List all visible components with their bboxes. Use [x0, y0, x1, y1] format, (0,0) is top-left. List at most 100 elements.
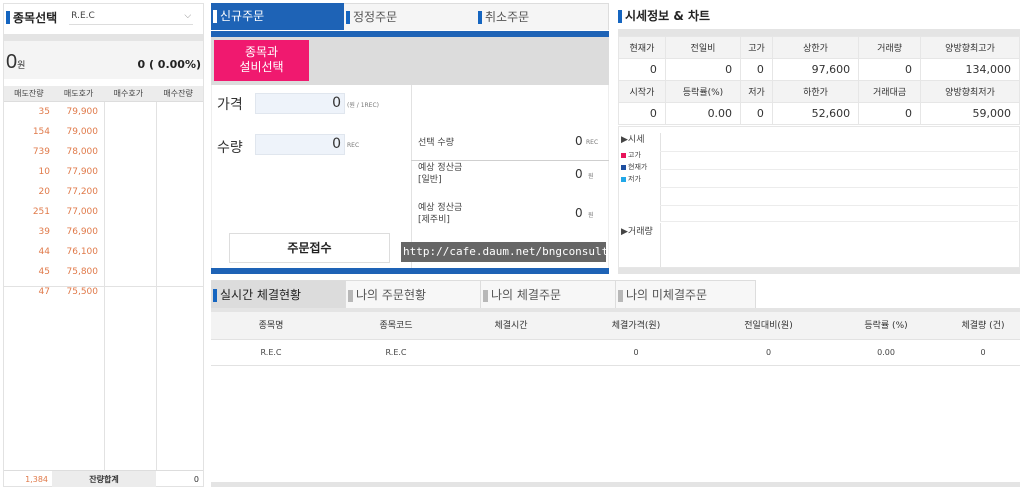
tab-bar-icon [478, 11, 482, 24]
qty-unit: REC [347, 142, 360, 149]
sell-price: 79,000 [66, 127, 99, 137]
tab-my-filled-orders[interactable]: 나의 체결주문 [481, 280, 616, 308]
col-change-rate: 등락률 (%) [864, 321, 908, 331]
col-change: 전일대비(원) [744, 321, 793, 331]
legend-swatch [621, 164, 626, 170]
market-header-cell: 등락률(%) [664, 80, 742, 103]
market-info-table: 현재가 전일비 고가 상한가 거래량 양방향최고가 0 0 0 97,600 0 134,000 시… [618, 36, 1020, 125]
item-select-dropdown[interactable]: R.E.C ⌵ [69, 9, 194, 25]
market-value-cell: 52,600 [771, 102, 860, 125]
sell-price: 76,100 [66, 247, 99, 257]
sell-price: 77,000 [66, 207, 99, 217]
price-input[interactable]: 0 [255, 93, 345, 114]
col-buy-qty: 매수잔량 [163, 89, 193, 98]
cell-item-name: R.E.C [260, 348, 282, 357]
sell-price: 75,500 [66, 287, 99, 297]
cell-trade-time [461, 340, 561, 365]
watermark-url: http://cafe.daum.net/bngconsulting [401, 242, 628, 262]
market-header-cell: 거래량 [858, 36, 922, 59]
current-price-box: 0원 0 ( 0.00%) [4, 41, 203, 79]
selected-qty-label: 선택 수량 [418, 138, 454, 148]
sell-price: 75,800 [66, 267, 99, 277]
estimated-settlement-general-unit: 원 [588, 173, 594, 180]
market-value-cell: 0 [618, 102, 666, 125]
cell-trade-qty: 0 [980, 348, 986, 357]
estimated-settlement-jeju-unit: 원 [588, 212, 594, 219]
section-bar-icon [618, 10, 622, 23]
legend-current: 현재가 [621, 162, 647, 172]
tab-modify-order[interactable]: 정정주문 [344, 3, 476, 30]
estimated-settlement-general-value: 0 [575, 167, 583, 181]
market-header-cell: 양방향최고가 [920, 36, 1020, 59]
market-value-cell: 0 [740, 102, 773, 125]
sell-price: 76,900 [66, 227, 99, 237]
estimated-settlement-jeju-value: 0 [575, 206, 583, 220]
market-value-cell: 134,000 [920, 58, 1020, 81]
sell-qty: 35 [38, 107, 50, 117]
tab-bar-icon [346, 11, 350, 24]
col-trade-price: 체결가격(원) [611, 321, 661, 331]
item-select-value: R.E.C [71, 11, 95, 21]
price-chart-area [660, 133, 1018, 221]
legend-swatch [621, 152, 626, 158]
sell-qty: 739 [32, 147, 50, 157]
volume-chart-label: ▶거래량 [621, 227, 653, 237]
market-value-cell: 0 [664, 58, 742, 81]
col-trade-time: 체결시간 [494, 321, 528, 331]
selected-qty-unit: REC [586, 139, 599, 146]
market-header-cell: 하한가 [771, 80, 860, 103]
tab-my-orders[interactable]: 나의 주문현황 [346, 280, 481, 308]
price-label: 가격 [217, 97, 243, 113]
price-unit: (원 / 1REC) [347, 102, 380, 109]
col-sell-price: 매도호가 [63, 89, 94, 98]
orderbook-header: 매도잔량 매도호가 매수호가 매수잔량 [4, 86, 203, 102]
sell-qty: 251 [32, 207, 50, 217]
item-select-title: 종목선택 [13, 10, 58, 25]
trades-table-header: 종목명 종목코드 체결시간 체결가격(원) 전일대비(원) 등락률 (%) 체결… [211, 312, 1020, 340]
orderbook-footer: 1,384 잔량합계 0 [4, 470, 203, 487]
market-value-cell: 97,600 [771, 58, 860, 81]
submit-order-button[interactable]: 주문접수 [229, 233, 390, 263]
tab-cancel-order[interactable]: 취소주문 [476, 3, 609, 30]
sell-price: 77,900 [66, 167, 99, 177]
market-header-cell: 저가 [740, 80, 773, 103]
market-header-cell: 시작가 [618, 80, 666, 103]
market-value-cell: 0 [618, 58, 666, 81]
cell-item-code: R.E.C [385, 348, 407, 357]
cell-change-rate: 0.00 [877, 348, 895, 357]
tab-bar-icon [483, 289, 488, 302]
market-header-cell: 전일비 [664, 36, 742, 59]
current-price: 0원 [6, 51, 26, 73]
tab-new-order[interactable]: 신규주문 [211, 3, 344, 30]
sell-price: 79,900 [66, 107, 99, 117]
tab-realtime-trades[interactable]: 실시간 체결현황 [211, 280, 346, 308]
col-trade-qty: 체결량 (건) [961, 321, 1005, 331]
tab-bar-icon [213, 289, 217, 302]
sell-qty: 47 [38, 287, 50, 297]
divider [4, 34, 203, 41]
estimated-settlement-general-label: 예상 정산금 [일반] [418, 163, 463, 185]
legend-high: 고가 [621, 150, 641, 160]
market-header-cell: 고가 [740, 36, 773, 59]
col-buy-price: 매수호가 [113, 89, 144, 98]
cell-trade-price: 0 [633, 348, 639, 357]
col-item-name: 종목명 [258, 321, 284, 331]
section-bar-icon [6, 10, 10, 24]
qty-input[interactable]: 0 [255, 134, 345, 155]
table-row[interactable]: R.E.C R.E.C 0 0 0.00 0 [211, 340, 1020, 366]
item-select-header: 종목선택 R.E.C ⌵ [4, 4, 203, 30]
price-chart-label: ▶시세 [621, 135, 645, 145]
sell-qty: 44 [38, 247, 50, 257]
estimated-settlement-jeju-label: 예상 정산금 [제주비] [418, 203, 463, 225]
tab-my-unfilled-orders[interactable]: 나의 미체결주문 [616, 280, 756, 308]
market-value-cell: 0.00 [664, 102, 742, 125]
select-item-facility-button[interactable]: 종목과 설비선택 [214, 40, 309, 81]
legend-swatch [621, 176, 626, 182]
sell-qty: 154 [32, 127, 50, 137]
market-header-cell: 거래대금 [858, 80, 922, 103]
market-value-cell: 59,000 [920, 102, 1020, 125]
market-value-cell: 0 [740, 58, 773, 81]
orderbook-panel: 종목선택 R.E.C ⌵ 0원 0 ( 0.00%) 매도잔량 매도호가 매수호… [3, 3, 204, 487]
price-change: 0 ( 0.00%) [137, 58, 201, 71]
sell-qty: 20 [38, 187, 50, 197]
